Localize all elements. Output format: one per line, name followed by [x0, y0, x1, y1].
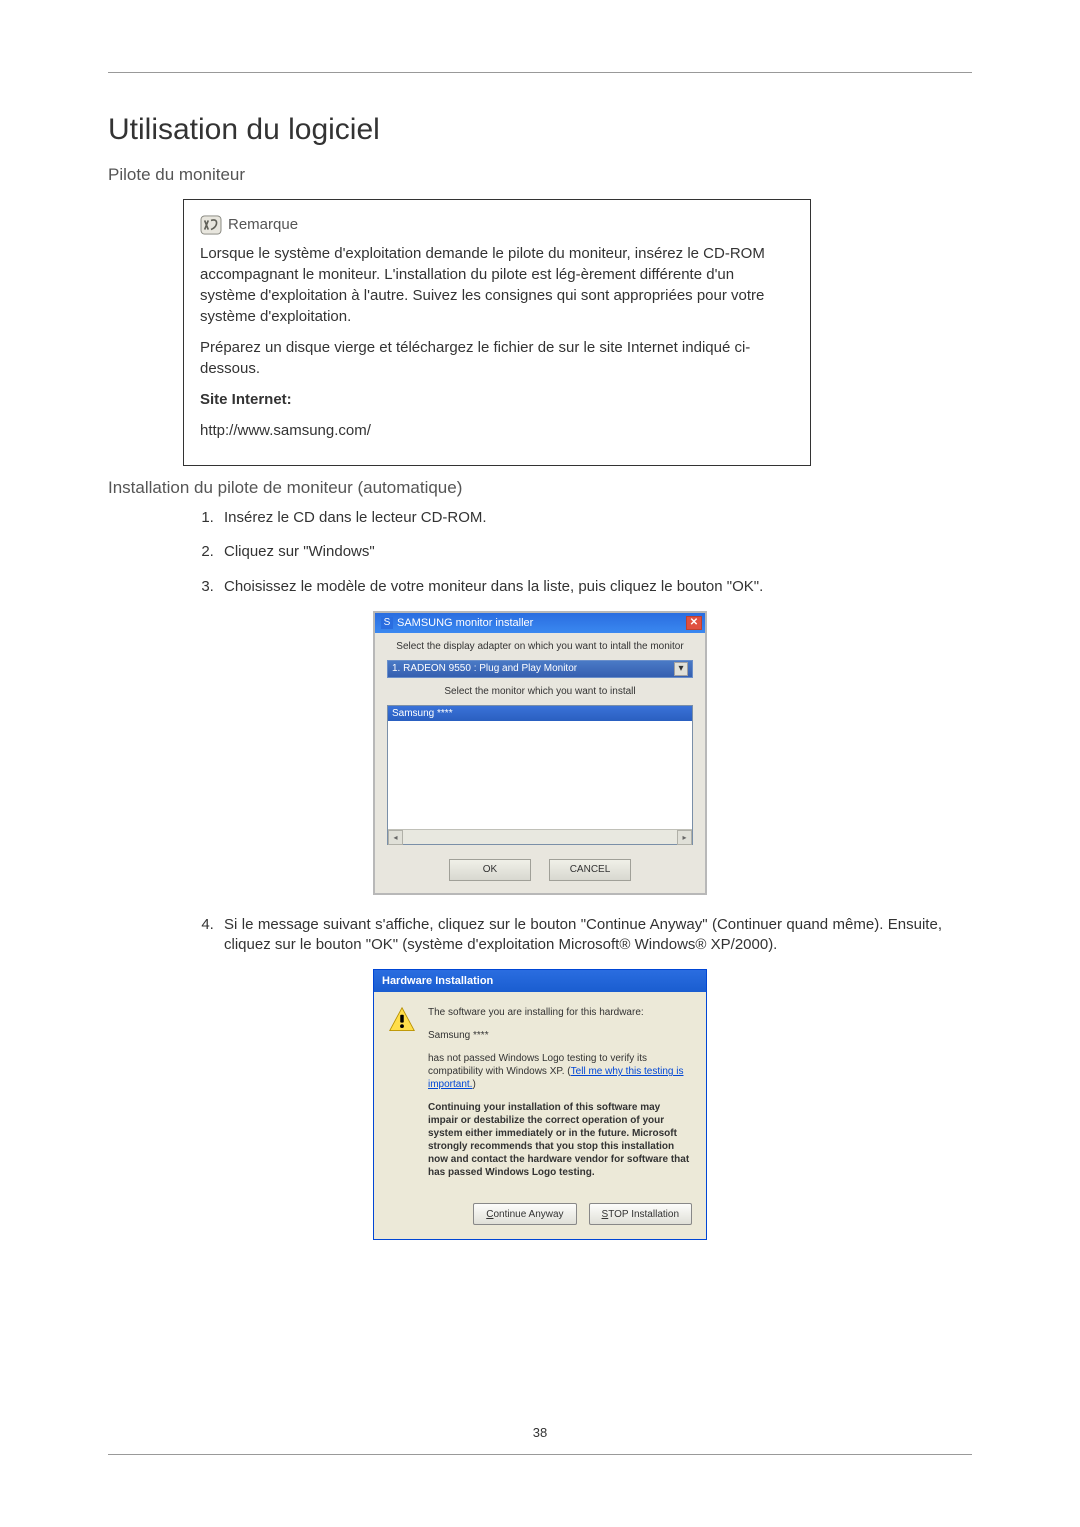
- scroll-left-icon[interactable]: ◂: [388, 830, 403, 845]
- hwinstall-titlebar: Hardware Installation: [374, 970, 706, 992]
- horizontal-scrollbar[interactable]: ◂ ▸: [388, 829, 692, 844]
- continue-anyway-button[interactable]: Continue Anyway: [473, 1203, 576, 1225]
- installer-app-icon: S: [381, 617, 393, 629]
- scroll-right-icon[interactable]: ▸: [677, 830, 692, 845]
- adapter-dropdown[interactable]: 1. RADEON 9550 : Plug and Play Monitor ▾: [387, 660, 693, 678]
- page-title: Utilisation du logiciel: [108, 113, 972, 147]
- step-1: Insérez le CD dans le lecteur CD-ROM.: [218, 508, 942, 528]
- hwinstall-text: The software you are installing for this…: [428, 1006, 692, 1189]
- page-number: 38: [108, 1425, 972, 1440]
- monitor-listbox[interactable]: Samsung **** ◂ ▸: [387, 705, 693, 845]
- cancel-button[interactable]: CANCEL: [549, 859, 631, 881]
- installer-label-monitor: Select the monitor which you want to ins…: [387, 686, 693, 697]
- scroll-track[interactable]: [403, 830, 677, 844]
- monitor-list-selected[interactable]: Samsung ****: [388, 706, 692, 721]
- note-box: Remarque Lorsque le système d'exploitati…: [183, 199, 811, 466]
- hwinstall-p1: The software you are installing for this…: [428, 1006, 692, 1019]
- ok-button[interactable]: OK: [449, 859, 531, 881]
- installer-label-adapter: Select the display adapter on which you …: [387, 641, 693, 652]
- step-2: Cliquez sur "Windows": [218, 542, 942, 562]
- figure-hardware-install: Hardware Installation The software you a…: [108, 969, 972, 1240]
- installer-dialog: S SAMSUNG monitor installer ✕ Select the…: [373, 611, 707, 895]
- hwinstall-p3: has not passed Windows Logo testing to v…: [428, 1052, 692, 1091]
- step-3: Choisissez le modèle de votre moniteur d…: [218, 577, 942, 597]
- steps-list-cont: Si le message suivant s'affiche, cliquez…: [218, 915, 942, 956]
- close-icon[interactable]: ✕: [686, 616, 702, 630]
- warning-icon: [388, 1006, 416, 1034]
- note-title-row: Remarque: [200, 214, 794, 235]
- installer-titlebar: S SAMSUNG monitor installer ✕: [375, 613, 705, 633]
- note-title: Remarque: [228, 214, 298, 235]
- note-paragraph-2: Préparez un disque vierge et téléchargez…: [200, 337, 794, 379]
- hardware-install-dialog: Hardware Installation The software you a…: [373, 969, 707, 1240]
- hwinstall-button-row: Continue Anyway STOP Installation: [374, 1203, 706, 1239]
- page-content: Utilisation du logiciel Pilote du monite…: [108, 72, 972, 1455]
- adapter-dropdown-value: 1. RADEON 9550 : Plug and Play Monitor: [392, 663, 674, 674]
- section-heading-install: Installation du pilote de moniteur (auto…: [108, 478, 972, 498]
- steps-list: Insérez le CD dans le lecteur CD-ROM. Cl…: [218, 508, 942, 597]
- chevron-down-icon[interactable]: ▾: [674, 662, 688, 676]
- installer-title: SAMSUNG monitor installer: [397, 617, 686, 629]
- note-url: http://www.samsung.com/: [200, 420, 794, 441]
- step-4: Si le message suivant s'affiche, cliquez…: [218, 915, 942, 956]
- hwinstall-p2: Samsung ****: [428, 1029, 692, 1042]
- note-paragraph-1: Lorsque le système d'exploitation demand…: [200, 243, 794, 327]
- installer-body: Select the display adapter on which you …: [375, 633, 705, 893]
- hwinstall-p4: Continuing your installation of this sof…: [428, 1101, 692, 1179]
- hwinstall-body: The software you are installing for this…: [374, 992, 706, 1203]
- note-icon: [200, 215, 222, 235]
- figure-installer: S SAMSUNG monitor installer ✕ Select the…: [108, 611, 972, 895]
- stop-installation-button[interactable]: STOP Installation: [589, 1203, 692, 1225]
- note-site-label: Site Internet:: [200, 389, 794, 410]
- installer-button-row: OK CANCEL: [387, 859, 693, 881]
- section-heading-driver: Pilote du moniteur: [108, 165, 972, 185]
- hwinstall-title: Hardware Installation: [382, 975, 493, 987]
